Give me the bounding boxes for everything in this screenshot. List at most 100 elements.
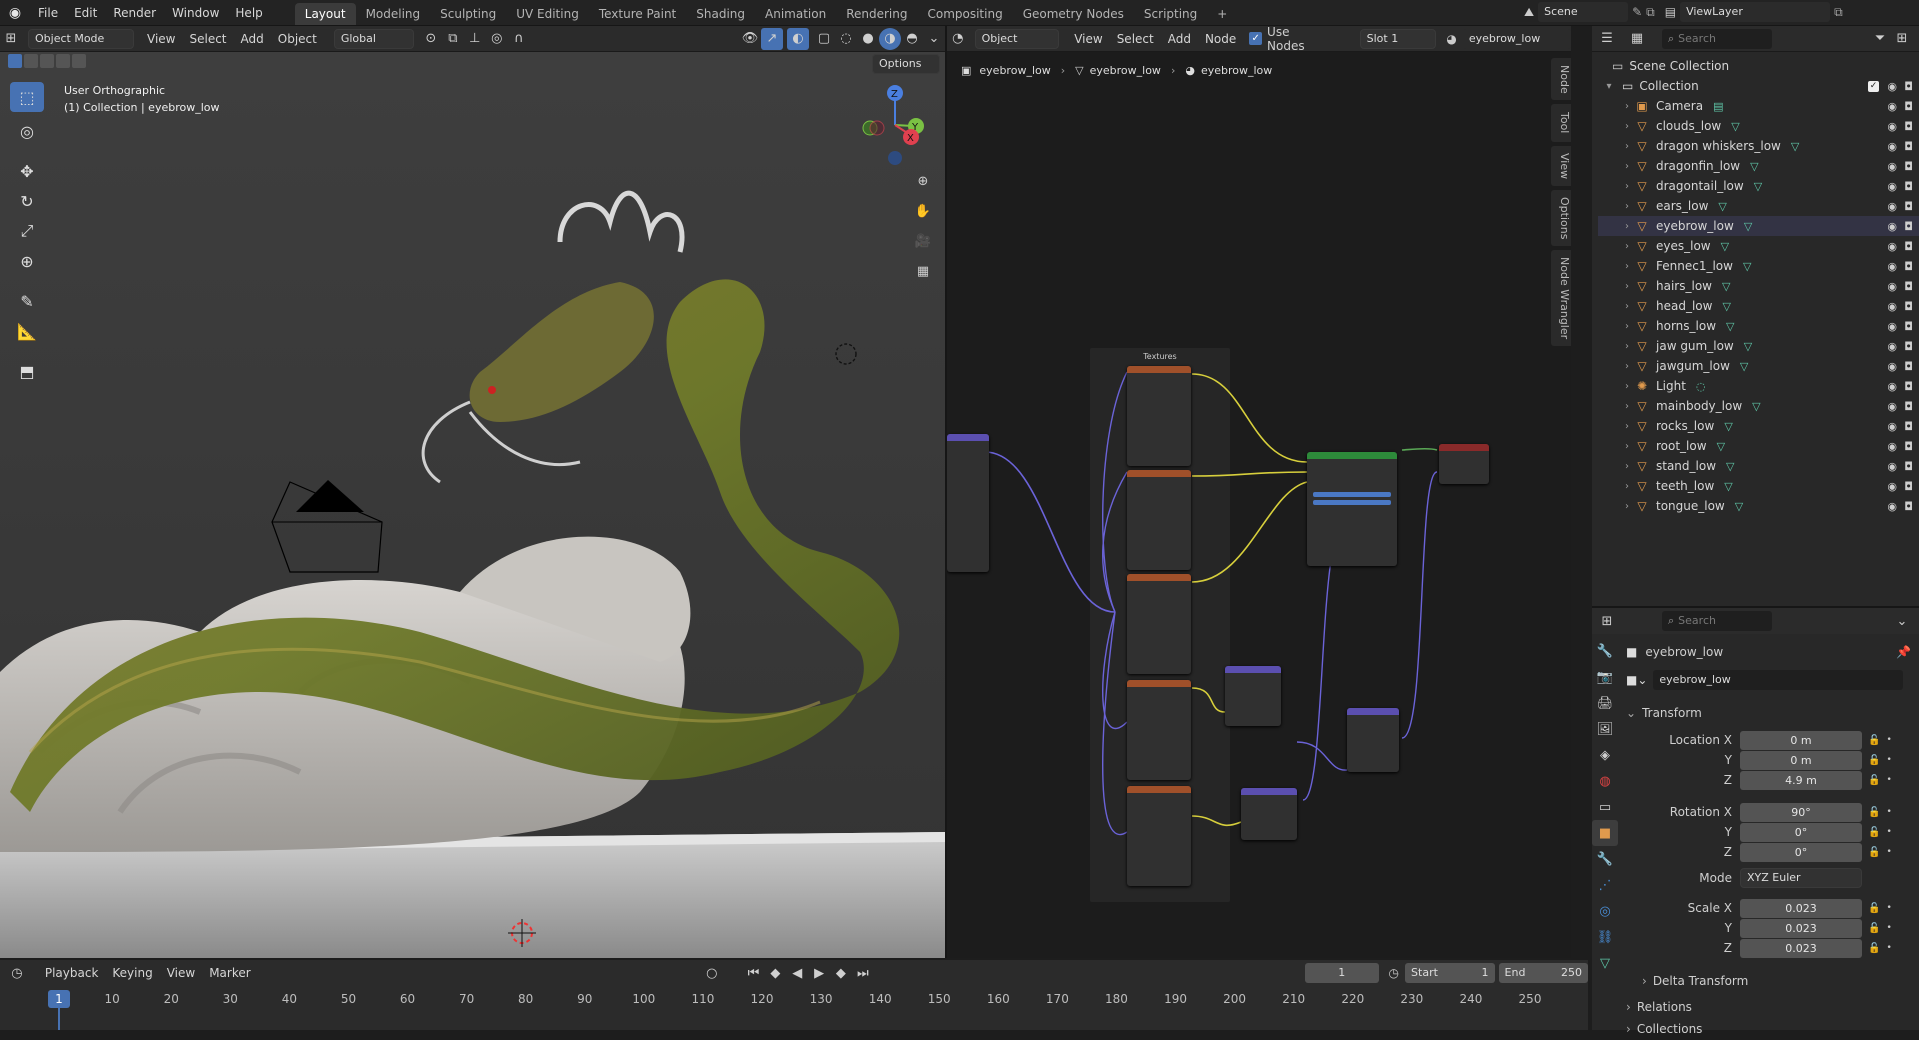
object-datablock-icon[interactable]: ■⌄ [1626,673,1647,687]
material-slot-dropdown[interactable]: Slot 1 [1359,28,1437,49]
editor-type-icon[interactable]: ⊞ [0,28,22,50]
xray-icon[interactable]: ▢ [813,28,835,50]
delta-transform-expand-icon[interactable]: › [1642,974,1647,988]
render-camera-icon[interactable]: ◘ [1904,440,1913,453]
workspace-tab-rendering[interactable]: Rendering [836,3,917,25]
render-camera-icon[interactable]: ◘ [1904,80,1913,93]
viewport-menu-add[interactable]: Add [234,26,271,52]
lock-icon[interactable]: 🔓 [1868,903,1880,914]
outliner-item-dragon-whiskers_low[interactable]: › ▽ dragon whiskers_low ▽ ◉ ◘ [1598,136,1919,156]
base-color-texture-node[interactable] [1127,366,1191,466]
timeline-ruler[interactable]: 10 20 30 40 50 60 70 80 90 100 110 120 130 140 150 160 1… [0,960,1588,1030]
mapping-node[interactable] [947,434,989,572]
expand-arrow-icon[interactable]: › [1620,361,1634,372]
collections-section[interactable]: Collections [1637,1022,1703,1036]
new-view-layer-icon[interactable]: ⧉ [1834,5,1843,20]
object-tab-icon[interactable]: ■ [1592,820,1618,846]
add-workspace-button[interactable]: + [1207,3,1237,25]
eye-icon[interactable]: ◉ [1887,180,1897,193]
render-camera-icon[interactable]: ◘ [1904,480,1913,493]
shader-node-editor[interactable]: ▣ eyebrow_low › ▽ eyebrow_low › ◕ eyebro… [947,52,1571,958]
normal-texture-node[interactable] [1127,786,1191,886]
workspace-tab-modeling[interactable]: Modeling [356,3,431,25]
rotation-z-field[interactable]: 0° [1740,842,1862,862]
world-tab-icon[interactable]: ◍ [1592,768,1618,794]
particles-tab-icon[interactable]: ⋰ [1592,872,1618,898]
node-menu-view[interactable]: View [1067,26,1109,52]
eye-icon[interactable]: ◉ [1887,100,1897,113]
expand-arrow-icon[interactable]: › [1620,301,1634,312]
expand-arrow-icon[interactable]: › [1620,341,1634,352]
node-menu-select[interactable]: Select [1110,26,1161,52]
workspace-tab-uv-editing[interactable]: UV Editing [506,3,589,25]
outliner-item-dragonfin_low[interactable]: › ▽ dragonfin_low ▽ ◉ ◘ [1598,156,1919,176]
outliner-item-jaw-gum_low[interactable]: › ▽ jaw gum_low ▽ ◉ ◘ [1598,336,1919,356]
outliner-editor-type-icon[interactable]: ☰ [1596,28,1618,50]
node-editor-type-icon[interactable]: ◔ [947,28,969,50]
solid-shading-icon[interactable]: ● [857,28,879,50]
render-camera-icon[interactable]: ◘ [1904,420,1913,433]
expand-arrow-icon[interactable]: › [1620,221,1634,232]
display-mode-icon[interactable]: ▦ [1626,28,1648,50]
proportional-edit-icon[interactable]: ◎ [486,28,508,50]
location-z-field[interactable]: 4.9 m [1740,770,1862,790]
transform-section-label[interactable]: Transform [1642,706,1702,720]
render-camera-icon[interactable]: ◘ [1904,360,1913,373]
outliner-item-root_low[interactable]: › ▽ root_low ▽ ◉ ◘ [1598,436,1919,456]
eye-icon[interactable]: ◉ [1887,220,1897,233]
collection-tab-icon[interactable]: ▭ [1592,794,1618,820]
scene-tab-icon[interactable]: ◈ [1592,742,1618,768]
eye-icon[interactable]: ◉ [1887,420,1897,433]
eye-icon[interactable]: ◉ [1887,80,1897,93]
outliner-item-teeth_low[interactable]: › ▽ teeth_low ▽ ◉ ◘ [1598,476,1919,496]
outliner-search[interactable]: ⌕ Search [1662,28,1772,49]
expand-arrow-icon[interactable]: › [1620,161,1634,172]
expand-arrow-icon[interactable]: › [1620,381,1634,392]
render-camera-icon[interactable]: ◘ [1904,100,1913,113]
scene-collection-row[interactable]: ▭ Scene Collection [1598,56,1919,76]
scale-y-field[interactable]: 0.023 [1740,918,1862,938]
lock-icon[interactable]: 🔓 [1868,755,1880,766]
eye-icon[interactable]: ◉ [1887,160,1897,173]
viewport-menu-select[interactable]: Select [182,26,233,52]
viewport-menu-object[interactable]: Object [271,26,324,52]
node-menu-node[interactable]: Node [1198,26,1243,52]
expand-arrow-icon[interactable]: › [1620,281,1634,292]
eye-icon[interactable]: ◉ [1887,240,1897,253]
expand-arrow-icon[interactable]: › [1620,461,1634,472]
outliner-item-jawgum_low[interactable]: › ▽ jawgum_low ▽ ◉ ◘ [1598,356,1919,376]
lock-icon[interactable]: 🔓 [1868,775,1880,786]
object-mode-dropdown[interactable]: Object Mode [28,28,134,49]
expand-arrow-icon[interactable]: › [1620,421,1634,432]
render-camera-icon[interactable]: ◘ [1904,300,1913,313]
constraints-tab-icon[interactable]: ⛓ [1592,924,1618,950]
expand-arrow-icon[interactable]: › [1620,181,1634,192]
outliner-item-hairs_low[interactable]: › ▽ hairs_low ▽ ◉ ◘ [1598,276,1919,296]
expand-arrow-icon[interactable]: › [1620,401,1634,412]
use-nodes-checkbox[interactable]: ✓ [1249,32,1263,45]
eye-icon[interactable]: ◉ [1887,380,1897,393]
scene-icon[interactable]: ⛰ [1524,5,1534,20]
new-scene-icon[interactable]: ⧉ [1646,5,1655,20]
expand-arrow-icon[interactable]: › [1620,261,1634,272]
rotation-mode-dropdown[interactable]: XYZ Euler [1740,868,1862,888]
outliner-item-stand_low[interactable]: › ▽ stand_low ▽ ◉ ◘ [1598,456,1919,476]
expand-arrow-icon[interactable]: › [1620,481,1634,492]
render-camera-icon[interactable]: ◘ [1904,180,1913,193]
material-sphere-icon[interactable]: ◕ [1446,32,1456,46]
eye-icon[interactable]: ◉ [1887,500,1897,513]
lock-icon[interactable]: 🔓 [1868,807,1880,818]
collection-row[interactable]: ▾ ▭ Collection ✓ ◉ ◘ [1598,76,1919,96]
render-camera-icon[interactable]: ◘ [1904,460,1913,473]
workspace-tab-sculpting[interactable]: Sculpting [430,3,506,25]
material-shading-icon[interactable]: ◑ [879,27,901,50]
render-camera-icon[interactable]: ◘ [1904,160,1913,173]
workspace-tab-shading[interactable]: Shading [686,3,755,25]
workspace-tab-compositing[interactable]: Compositing [917,3,1012,25]
eye-icon[interactable]: ◉ [1887,340,1897,353]
blender-logo-icon[interactable]: ◉ [0,5,30,21]
snap-target-icon[interactable]: ⊥ [464,28,486,50]
lock-icon[interactable]: 🔓 [1868,923,1880,934]
expand-arrow-icon[interactable]: › [1620,101,1634,112]
outliner-item-head_low[interactable]: › ▽ head_low ▽ ◉ ◘ [1598,296,1919,316]
